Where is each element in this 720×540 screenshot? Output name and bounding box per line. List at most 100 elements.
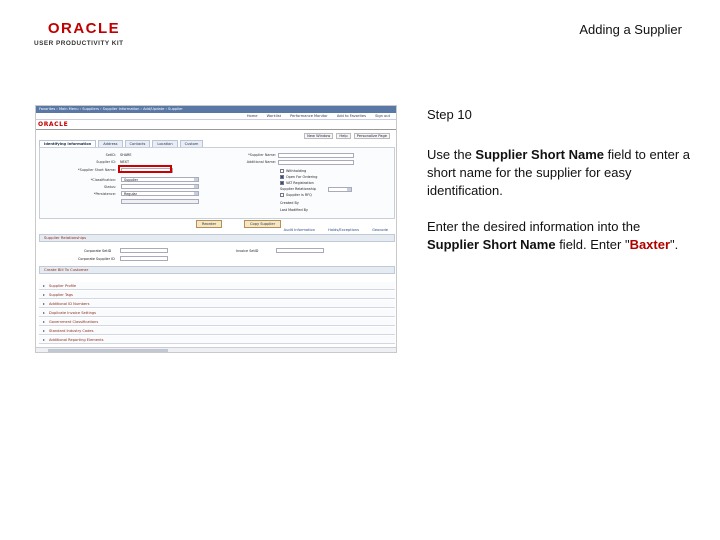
corporate-supplier-label: Corporate Supplier ID bbox=[78, 257, 115, 261]
form-buttons: Reorder Copy Supplier bbox=[36, 220, 396, 228]
expand-icon bbox=[43, 294, 45, 296]
form-links: Audit Information Holds/Exceptions Geoco… bbox=[272, 228, 388, 232]
nav-favorites[interactable]: Add to Favorites bbox=[337, 114, 366, 118]
section-additional-id[interactable]: Additional ID Numbers bbox=[39, 300, 395, 308]
section-supplier-tags[interactable]: Supplier Tags bbox=[39, 291, 395, 299]
nav-signout[interactable]: Sign out bbox=[375, 114, 390, 118]
extra-select[interactable] bbox=[121, 199, 199, 204]
corporate-supplier-input[interactable] bbox=[120, 256, 168, 261]
section-duplicate-invoice[interactable]: Duplicate Invoice Settings bbox=[39, 309, 395, 317]
supplier-name-input[interactable] bbox=[278, 153, 354, 158]
additional-name-input[interactable] bbox=[278, 160, 354, 165]
expand-icon bbox=[43, 285, 45, 287]
nav-performance[interactable]: Performance Monitor bbox=[290, 114, 328, 118]
reorder-button[interactable]: Reorder bbox=[196, 220, 223, 228]
invoice-setid-input[interactable] bbox=[276, 248, 324, 253]
created-by-label: Created By bbox=[280, 201, 299, 205]
persistence-select[interactable]: Regular bbox=[121, 191, 199, 196]
new-window-link[interactable]: New Window bbox=[304, 133, 334, 139]
short-name-highlight bbox=[118, 165, 172, 173]
relationship-select[interactable] bbox=[328, 187, 352, 192]
section-label: Additional ID Numbers bbox=[49, 302, 90, 306]
app-brand: ORACLE bbox=[36, 120, 396, 130]
corporate-setid-label: Corporate SetID bbox=[84, 249, 112, 253]
section-reporting-elements[interactable]: Additional Reporting Elements bbox=[39, 336, 395, 344]
section-label: Supplier Profile bbox=[49, 284, 77, 288]
section-label: Duplicate Invoice Settings bbox=[49, 311, 96, 315]
scrollbar-thumb[interactable] bbox=[48, 349, 168, 352]
invoice-setid-label: Invoice SetID bbox=[236, 249, 259, 253]
rfq-label: Supplier is RFQ bbox=[286, 193, 312, 197]
vat-label: VAT Registration bbox=[286, 181, 314, 185]
expand-icon bbox=[43, 312, 45, 314]
bill-to-section: Create Bill To Customer bbox=[39, 266, 395, 274]
personalize-link[interactable]: Personalize Page bbox=[353, 133, 390, 139]
expand-icon bbox=[43, 339, 45, 341]
classification-label: *Classification: bbox=[90, 178, 116, 182]
section-government-class[interactable]: Government Classifications bbox=[39, 318, 395, 326]
breadcrumb: Favorites › Main Menu › Suppliers › Supp… bbox=[36, 106, 396, 113]
withholding-checkbox[interactable] bbox=[280, 169, 284, 173]
section-label: Supplier Tags bbox=[49, 293, 73, 297]
geocode-link[interactable]: Geocode bbox=[372, 228, 388, 232]
page-links: New Window Help Personalize Page bbox=[302, 133, 390, 139]
holds-link[interactable]: Holds/Exceptions bbox=[328, 228, 359, 232]
supplier-relationships-section: Supplier Relationships bbox=[39, 234, 395, 242]
section-industry-codes[interactable]: Standard Industry Codes bbox=[39, 327, 395, 335]
setid-label: SetID: bbox=[105, 153, 116, 157]
instruction-paragraph-2: Enter the desired information into the S… bbox=[427, 218, 692, 254]
audit-link[interactable]: Audit Information bbox=[284, 228, 315, 232]
p2-value: Baxter bbox=[629, 237, 671, 252]
section-supplier-profile[interactable]: Supplier Profile bbox=[39, 282, 395, 290]
persistence-value: Regular bbox=[124, 192, 138, 196]
setid-value: SHARE bbox=[120, 153, 132, 157]
instruction-paragraph-1: Use the Supplier Short Name field to ent… bbox=[427, 146, 692, 200]
open-ordering-checkbox[interactable] bbox=[280, 175, 284, 179]
slide-title: Adding a Supplier bbox=[579, 22, 682, 37]
nav-worklist[interactable]: Worklist bbox=[267, 114, 281, 118]
supplier-id-label: Supplier ID: bbox=[96, 160, 116, 164]
expand-icon bbox=[43, 321, 45, 323]
identifying-form: SetID: SHARE Supplier ID: NEXT *Supplier… bbox=[39, 147, 395, 219]
additional-name-label: Additional Name: bbox=[246, 160, 276, 164]
vat-checkbox[interactable] bbox=[280, 181, 284, 185]
oracle-upk-logo: ORACLE USER PRODUCTIVITY KIT bbox=[34, 20, 154, 50]
section-label: Government Classifications bbox=[49, 320, 99, 324]
withholding-label: Withholding bbox=[286, 169, 307, 173]
persistence-label: *Persistence: bbox=[93, 192, 116, 196]
last-modified-label: Last Modified By bbox=[280, 208, 309, 212]
open-ordering-label: Open For Ordering bbox=[286, 175, 318, 179]
expand-icon bbox=[43, 303, 45, 305]
copy-supplier-button[interactable]: Copy Supplier bbox=[244, 220, 282, 228]
header-nav: Home Worklist Performance Monitor Add to… bbox=[36, 113, 396, 120]
bill-to-header[interactable]: Create Bill To Customer bbox=[39, 266, 395, 274]
supplier-relationships-header[interactable]: Supplier Relationships bbox=[39, 234, 395, 242]
expand-icon bbox=[43, 330, 45, 332]
p1-field-name: Supplier Short Name bbox=[475, 147, 604, 162]
status-select[interactable] bbox=[121, 184, 199, 189]
section-label: Standard Industry Codes bbox=[49, 329, 94, 333]
logo-oracle-text: ORACLE bbox=[47, 20, 121, 37]
horizontal-scrollbar[interactable] bbox=[36, 347, 396, 352]
p2-text-mid: field. Enter " bbox=[555, 237, 630, 252]
corporate-setid-input[interactable] bbox=[120, 248, 168, 253]
application-screenshot: Favorites › Main Menu › Suppliers › Supp… bbox=[35, 105, 397, 353]
short-name-label: *Supplier Short Name: bbox=[77, 168, 116, 172]
p2-field-name: Supplier Short Name bbox=[427, 237, 556, 252]
p2-text: Enter the desired information into the bbox=[427, 219, 641, 234]
supplier-name-label: *Supplier Name: bbox=[248, 153, 276, 157]
supplier-id-value: NEXT bbox=[120, 160, 130, 164]
nav-home[interactable]: Home bbox=[247, 114, 258, 118]
classification-value: Supplier bbox=[124, 178, 138, 182]
step-number: Step 10 bbox=[427, 107, 472, 122]
rfq-checkbox[interactable] bbox=[280, 193, 284, 197]
supplier-relationship-label: Supplier Relationship bbox=[280, 187, 316, 191]
logo-upk-text: USER PRODUCTIVITY KIT bbox=[34, 40, 124, 47]
p1-text: Use the bbox=[427, 147, 476, 162]
classification-select[interactable]: Supplier bbox=[121, 177, 199, 182]
help-link[interactable]: Help bbox=[336, 133, 351, 139]
section-label: Additional Reporting Elements bbox=[49, 338, 104, 342]
p2-text-end: ". bbox=[670, 237, 679, 252]
status-label: Status: bbox=[104, 185, 116, 189]
instruction-panel: Step 10 Use the Supplier Short Name fiel… bbox=[427, 106, 692, 272]
